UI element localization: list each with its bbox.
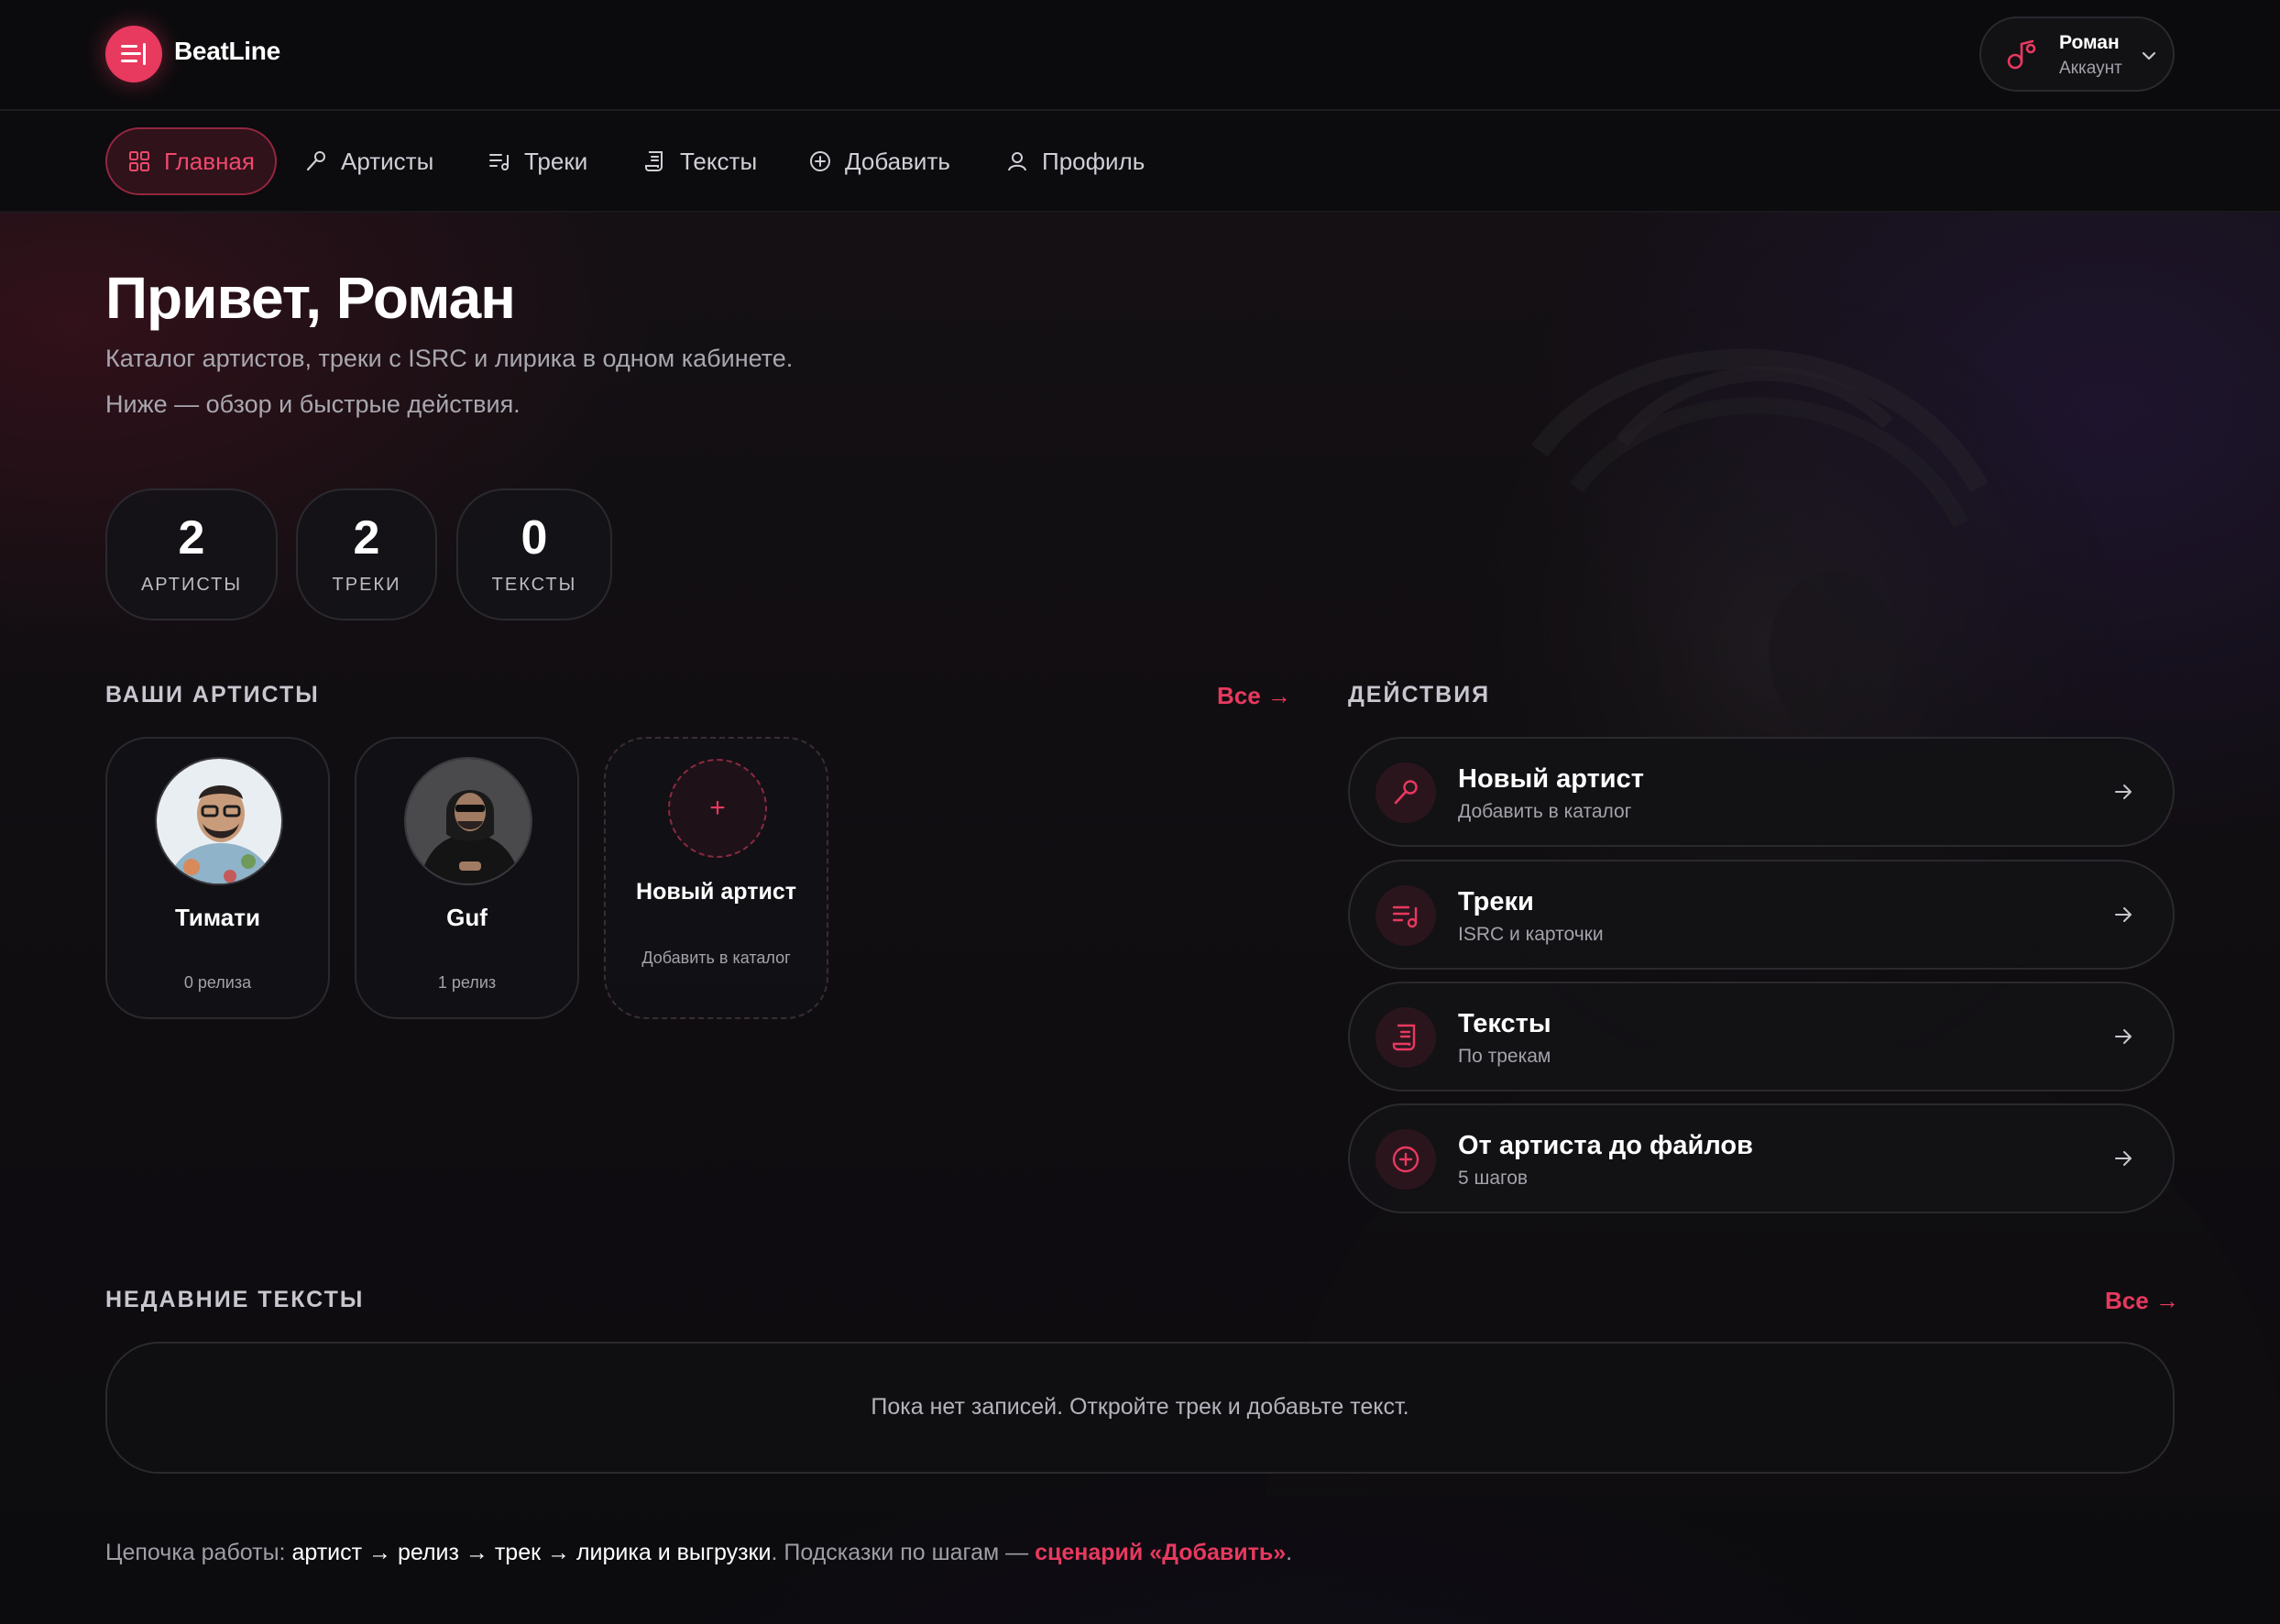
grid-icon — [129, 151, 149, 171]
microphone-icon — [306, 151, 325, 171]
stat-value: 2 — [178, 511, 205, 565]
plus-circle-icon — [810, 151, 830, 171]
user-icon — [1008, 152, 1026, 171]
new-artist-subtitle: Добавить в каталог — [641, 949, 791, 967]
plus-icon: + — [668, 759, 767, 858]
action-title: Новый артист — [1458, 764, 1644, 794]
action-texts[interactable]: Тексты По трекам — [1348, 982, 2175, 1092]
artist-releases: 1 релиз — [437, 973, 497, 992]
arrow-right-icon — [2115, 1151, 2132, 1166]
stat-value: 2 — [353, 511, 380, 565]
plus-circle-icon — [1376, 1129, 1436, 1190]
nav-label: Главная — [164, 147, 255, 175]
add-scenario-link[interactable]: сценарий «Добавить» — [1035, 1540, 1286, 1565]
recent-texts-title: НЕДАВНИЕ ТЕКСТЫ — [105, 1287, 365, 1312]
microphone-icon — [1376, 763, 1436, 823]
arrow-right-icon — [2115, 907, 2132, 922]
stat-label: ТРЕКИ — [332, 575, 401, 595]
top-header: BeatLine Роман Аккаунт — [0, 0, 2280, 111]
artist-name: Guf — [446, 904, 488, 931]
arrow-right-icon — [2115, 1029, 2132, 1044]
stat-label: АРТИСТЫ — [140, 575, 243, 595]
stat-tracks: 2 ТРЕКИ — [296, 488, 437, 620]
action-new-artist[interactable]: Новый артист Добавить в каталог — [1348, 737, 2175, 847]
page-title: Привет, Роман — [105, 265, 516, 331]
empty-message: Пока нет записей. Откройте трек и добавь… — [871, 1394, 1409, 1420]
music-note-icon — [2007, 39, 2036, 70]
artists-all-link[interactable]: Все → — [1217, 682, 1291, 710]
playlist-icon — [489, 154, 509, 170]
footer-middle: . Подсказки по шагам — — [771, 1540, 1036, 1565]
hero-description-secondary: Ниже — обзор и быстрые действия. — [105, 390, 521, 418]
stat-label: ТЕКСТЫ — [491, 575, 577, 595]
account-subtitle: Аккаунт — [2059, 59, 2122, 78]
action-subtitle: ISRC и карточки — [1458, 924, 1604, 945]
avatar — [404, 757, 532, 885]
artist-silhouette-image — [1265, 295, 2280, 1496]
new-artist-card[interactable]: + Новый артист Добавить в каталог — [604, 737, 828, 1019]
recent-texts-empty-state: Пока нет записей. Откройте трек и добавь… — [105, 1342, 2175, 1474]
nav-item-profile[interactable]: Профиль — [985, 127, 1165, 195]
action-artist-to-files[interactable]: От артиста до файлов 5 шагов — [1348, 1103, 2175, 1213]
playlist-icon — [1376, 885, 1436, 946]
action-subtitle: 5 шагов — [1458, 1168, 1529, 1189]
footer-prefix: Цепочка работы: — [105, 1540, 292, 1565]
stat-texts: 0 ТЕКСТЫ — [456, 488, 612, 620]
main-nav: Главная Артисты Треки Тексты Добавить Пр… — [0, 111, 2280, 213]
action-title: От артиста до файлов — [1458, 1131, 1753, 1160]
artist-releases: 0 релиза — [183, 973, 252, 992]
footer-hint: Цепочка работы: артист → релиз → трек → … — [105, 1540, 1292, 1566]
artist-card-guf[interactable]: Guf 1 релиз — [355, 737, 579, 1019]
nav-item-home[interactable]: Главная — [105, 127, 277, 195]
avatar — [155, 757, 283, 885]
footer-suffix: . — [1286, 1540, 1293, 1565]
nav-label: Тексты — [680, 147, 758, 175]
nav-label: Треки — [524, 147, 588, 175]
scroll-icon — [1376, 1007, 1436, 1068]
artist-card-timati[interactable]: Тимати 0 релиза — [105, 737, 330, 1019]
footer-chain: артист → релиз → трек → лирика и выгрузк… — [291, 1540, 772, 1565]
arrow-right-icon — [2115, 785, 2132, 799]
nav-label: Артисты — [341, 147, 434, 175]
recent-texts-all-link[interactable]: Все → — [2105, 1287, 2179, 1315]
account-name: Роман — [2059, 32, 2120, 53]
artists-section-title: ВАШИ АРТИСТЫ — [105, 682, 320, 708]
action-subtitle: По трекам — [1458, 1046, 1551, 1067]
artist-name: Тимати — [175, 904, 260, 931]
chevron-down-icon — [2142, 51, 2156, 60]
new-artist-title: Новый артист — [636, 879, 796, 905]
hero-description: Каталог артистов, треки с ISRC и лирика … — [105, 345, 794, 372]
stat-artists: 2 АРТИСТЫ — [105, 488, 278, 620]
nav-item-add[interactable]: Добавить — [788, 127, 970, 195]
account-menu-button[interactable]: Роман Аккаунт — [1979, 16, 2175, 92]
nav-item-artists[interactable]: Артисты — [284, 127, 454, 195]
action-title: Тексты — [1458, 1009, 1551, 1038]
scroll-icon — [645, 151, 663, 171]
action-subtitle: Добавить в каталог — [1458, 801, 1632, 822]
actions-section-title: ДЕЙСТВИЯ — [1348, 682, 1491, 708]
nav-item-tracks[interactable]: Треки — [467, 127, 608, 195]
stat-value: 0 — [521, 511, 548, 565]
nav-item-texts[interactable]: Тексты — [623, 127, 777, 195]
logo-icon[interactable] — [105, 26, 162, 82]
nav-label: Добавить — [845, 147, 950, 175]
action-title: Треки — [1458, 887, 1534, 916]
brand-name[interactable]: BeatLine — [174, 37, 280, 66]
nav-label: Профиль — [1042, 147, 1145, 175]
action-tracks[interactable]: Треки ISRC и карточки — [1348, 860, 2175, 970]
page: BeatLine Роман Аккаунт Главная Артисты Т… — [0, 0, 2280, 1624]
